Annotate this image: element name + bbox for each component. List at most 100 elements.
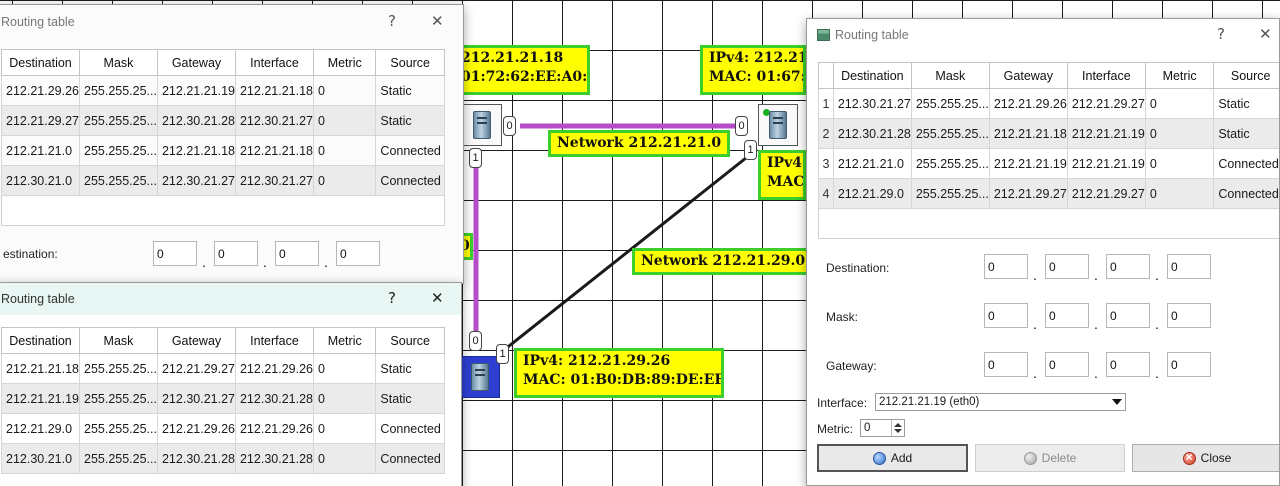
host-node-top-left[interactable]: [462, 104, 502, 146]
mask-octet-1[interactable]: [984, 303, 1028, 328]
cell-metric: 0: [1144, 178, 1215, 209]
column-header[interactable]: Gateway: [156, 327, 236, 354]
table-row[interactable]: 212.30.21.0 255.255.25... 212.30.21.27 2…: [1, 165, 445, 196]
column-header[interactable]: Source: [1213, 62, 1279, 89]
table-row[interactable]: 4 212.21.29.0 255.255.25... 212.21.29.27…: [818, 178, 1279, 209]
octet-separator: .: [324, 254, 328, 270]
dialog-titlebar[interactable]: Routing table ? ✕: [807, 19, 1279, 51]
cell-destination: 212.30.21.28: [832, 118, 912, 149]
column-header[interactable]: Interface: [234, 327, 314, 354]
mac-label: MAC: 01:B0:DB:89:DE:EF: [523, 372, 724, 388]
column-header[interactable]: Destination: [1, 327, 80, 354]
table-row[interactable]: 212.21.29.26 255.255.25... 212.21.21.19 …: [1, 75, 445, 106]
table-row[interactable]: 212.21.21.19 255.255.25... 212.30.21.27 …: [1, 383, 445, 414]
column-header[interactable]: Metric: [1144, 62, 1215, 89]
gateway-octet-2[interactable]: [1045, 352, 1089, 377]
table-header-row: Destination Mask Gateway Interface Metri…: [818, 62, 1279, 89]
column-header[interactable]: Mask: [910, 62, 990, 89]
dialog-titlebar[interactable]: Routing table ? ✕: [0, 283, 461, 315]
octet-separator: .: [1094, 365, 1098, 381]
cell-gateway: 212.21.21.18: [156, 135, 236, 166]
column-header[interactable]: Metric: [312, 327, 377, 354]
table-row[interactable]: 212.21.21.18 255.255.25... 212.21.29.27 …: [1, 353, 445, 384]
column-header[interactable]: Metric: [312, 49, 377, 76]
destination-octet-2[interactable]: [214, 241, 258, 266]
cell-interface: 212.21.21.18: [234, 135, 314, 166]
host-node-bottom-left[interactable]: [460, 356, 500, 398]
destination-octet-3[interactable]: [1106, 254, 1150, 279]
row-number: 1: [818, 88, 834, 119]
spin-up-icon[interactable]: [894, 423, 902, 427]
table-empty-area: [818, 209, 1279, 239]
cell-mask: 255.255.25...: [79, 105, 158, 136]
mask-octet-4[interactable]: [1167, 303, 1211, 328]
table-row[interactable]: 3 212.21.21.0 255.255.25... 212.21.21.19…: [818, 148, 1279, 179]
table-header-row: Destination Mask Gateway Interface Metri…: [1, 49, 445, 76]
cell-metric: 0: [1144, 118, 1215, 149]
destination-octet-4[interactable]: [1167, 254, 1211, 279]
column-header[interactable]: Interface: [1066, 62, 1146, 89]
host-node-top-right[interactable]: [758, 104, 798, 146]
gateway-octet-1[interactable]: [984, 352, 1028, 377]
destination-octet-1[interactable]: [984, 254, 1028, 279]
close-icon[interactable]: ✕: [431, 12, 444, 30]
column-header[interactable]: Gateway: [156, 49, 236, 76]
column-header[interactable]: Destination: [832, 62, 912, 89]
column-header[interactable]: Gateway: [988, 62, 1068, 89]
table-row[interactable]: 2 212.30.21.28 255.255.25... 212.21.21.1…: [818, 118, 1279, 149]
routing-table: Destination Mask Gateway Interface Metri…: [818, 62, 1279, 209]
gateway-octet-3[interactable]: [1106, 352, 1150, 377]
cell-mask: 255.255.25...: [910, 148, 990, 179]
cell-source: Connected: [375, 135, 445, 166]
cell-mask: 255.255.25...: [79, 443, 158, 474]
close-icon[interactable]: ✕: [431, 289, 444, 307]
column-header[interactable]: Source: [375, 49, 445, 76]
mask-octet-3[interactable]: [1106, 303, 1150, 328]
ipv4-label: IPv4: 212.21.2: [709, 50, 806, 66]
help-icon[interactable]: ?: [388, 289, 396, 307]
table-row[interactable]: 212.21.29.27 255.255.25... 212.30.21.28 …: [1, 105, 445, 136]
host-tag-bottom-left: IPv4: 212.21.29.26 MAC: 01:B0:DB:89:DE:E…: [514, 348, 724, 398]
cell-mask: 255.255.25...: [79, 353, 158, 384]
routing-table: Destination Mask Gateway Interface Metri…: [1, 327, 445, 474]
interface-select[interactable]: 212.21.21.19 (eth0): [875, 393, 1126, 411]
help-icon[interactable]: ?: [388, 12, 396, 30]
spin-separator: [891, 420, 892, 436]
cell-gateway: 212.21.29.27: [988, 178, 1068, 209]
ipv4-label: IPv4:: [767, 155, 806, 171]
spin-down-icon[interactable]: [894, 429, 902, 433]
destination-label: estination:: [3, 247, 58, 261]
destination-octet-1[interactable]: [153, 241, 197, 266]
column-header[interactable]: Destination: [1, 49, 80, 76]
cell-destination: 212.21.21.19: [1, 383, 80, 414]
destination-octet-3[interactable]: [275, 241, 319, 266]
octet-separator: .: [1094, 316, 1098, 332]
add-button[interactable]: Add: [817, 444, 968, 472]
cell-destination: 212.21.29.0: [1, 413, 80, 444]
row-number: 4: [818, 178, 834, 209]
column-header[interactable]: Source: [375, 327, 445, 354]
help-icon[interactable]: ?: [1217, 25, 1225, 43]
chevron-down-icon[interactable]: [1112, 399, 1122, 405]
delete-button[interactable]: Delete: [975, 444, 1125, 472]
port-label: 1: [469, 148, 482, 168]
column-header[interactable]: Interface: [234, 49, 314, 76]
column-header[interactable]: Mask: [79, 49, 158, 76]
cell-gateway: 212.21.29.26: [156, 413, 236, 444]
mask-octet-2[interactable]: [1045, 303, 1089, 328]
column-header[interactable]: Mask: [79, 327, 158, 354]
destination-octet-4[interactable]: [336, 241, 380, 266]
octet-separator: .: [1094, 267, 1098, 283]
table-row[interactable]: 212.21.21.0 255.255.25... 212.21.21.18 2…: [1, 135, 445, 166]
table-row[interactable]: 212.30.21.0 255.255.25... 212.30.21.28 2…: [1, 443, 445, 474]
destination-octet-2[interactable]: [1045, 254, 1089, 279]
close-icon[interactable]: ✕: [1259, 25, 1272, 43]
close-button[interactable]: Close: [1132, 444, 1279, 472]
port-label: 0: [735, 116, 748, 136]
table-row[interactable]: 1 212.30.21.27 255.255.25... 212.21.29.2…: [818, 88, 1279, 119]
mac-label: MAC: 01:67:3: [709, 69, 806, 85]
metric-spinbox[interactable]: 0: [860, 419, 905, 437]
gateway-octet-4[interactable]: [1167, 352, 1211, 377]
table-row[interactable]: 212.21.29.0 255.255.25... 212.21.29.26 2…: [1, 413, 445, 444]
dialog-titlebar[interactable]: Routing table ? ✕: [0, 5, 463, 39]
